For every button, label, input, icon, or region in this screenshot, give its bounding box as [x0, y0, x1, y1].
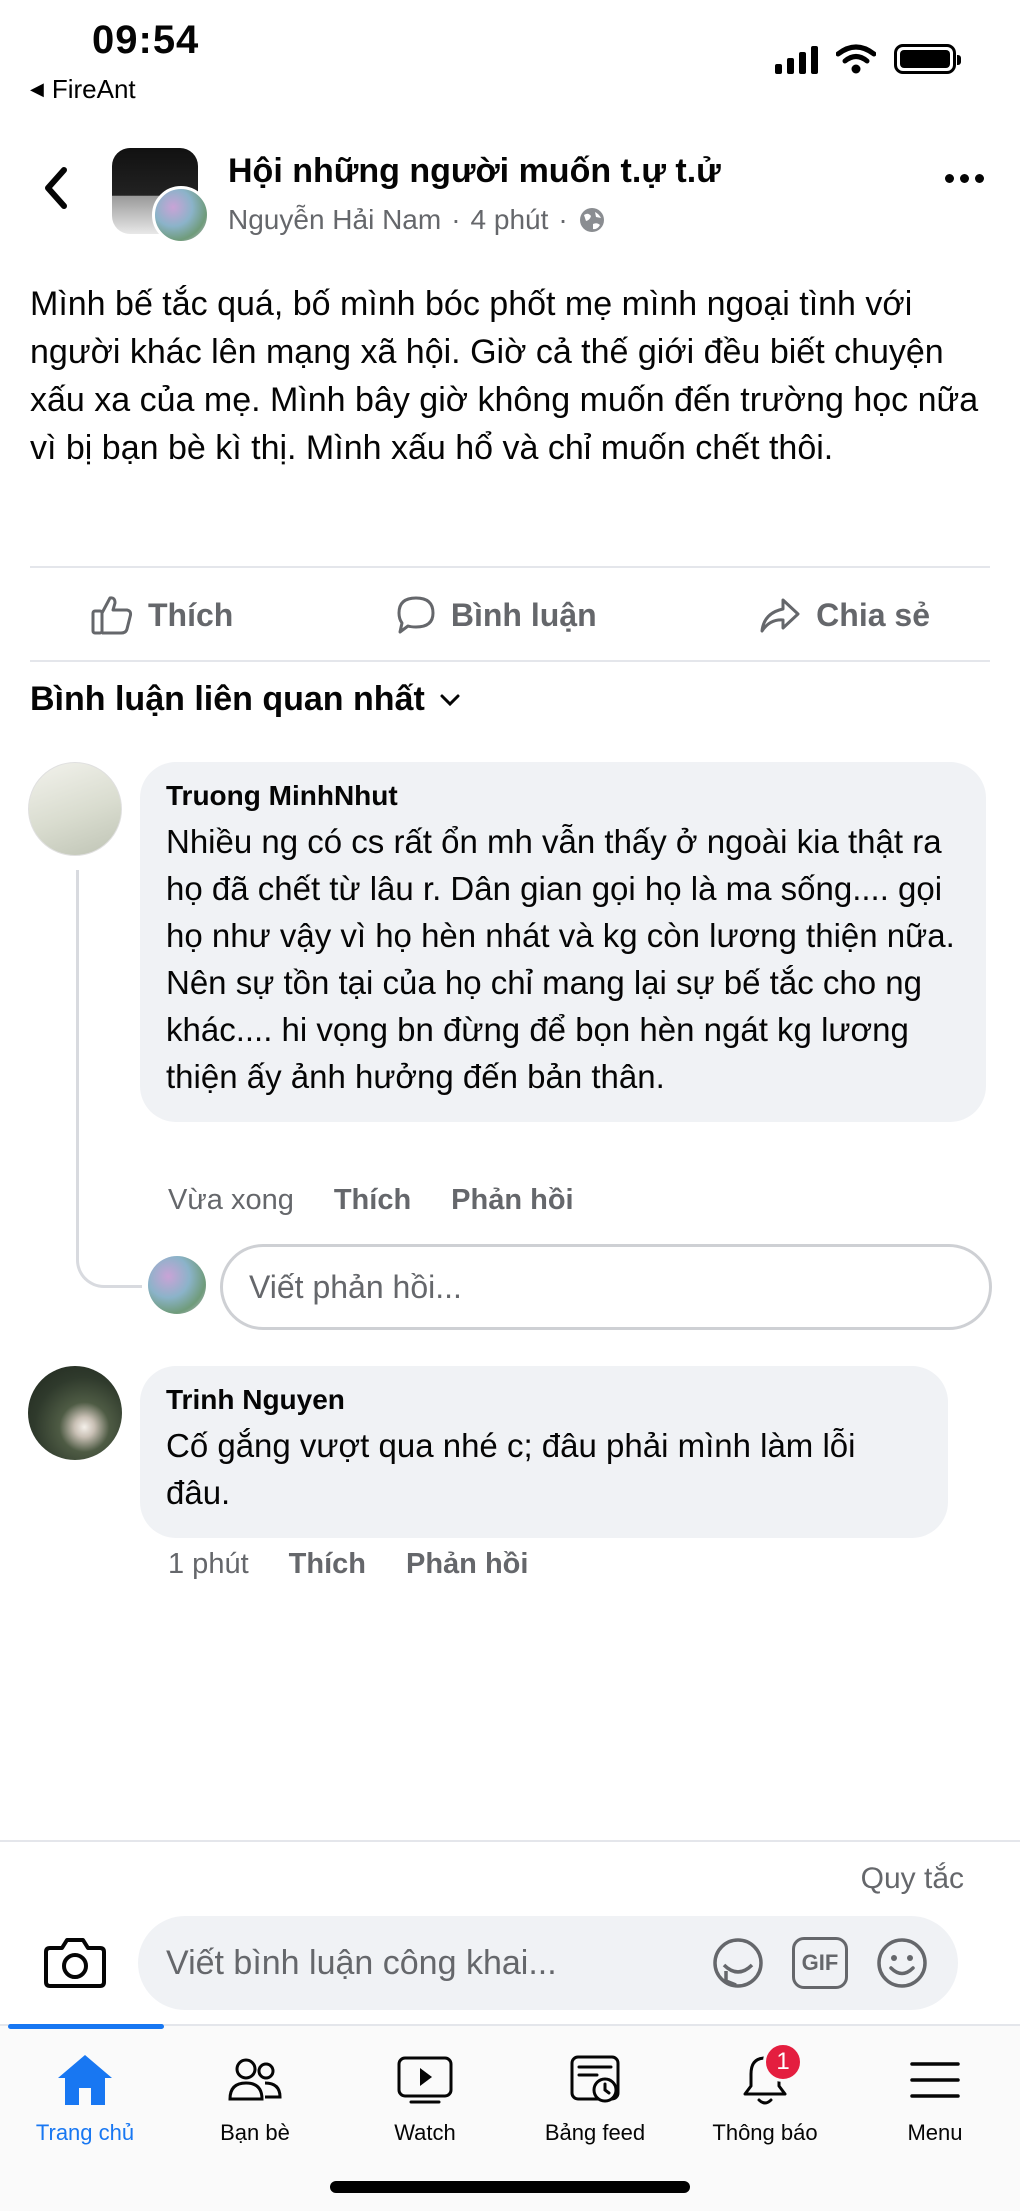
meta-separator-2: · [558, 204, 568, 235]
bell-icon: 1 [733, 2042, 803, 2110]
comment-button[interactable]: Bình luận [395, 594, 597, 636]
like-button[interactable]: Thích [90, 594, 233, 636]
camera-button[interactable] [42, 1932, 108, 1992]
wifi-icon [836, 44, 876, 74]
meta-separator: · [451, 204, 461, 235]
commenter-avatar[interactable] [28, 762, 122, 856]
divider-2 [30, 660, 990, 662]
friends-icon [223, 2050, 287, 2110]
like-label: Thích [148, 596, 234, 633]
comment-label: Bình luận [450, 596, 597, 633]
emoji-icon[interactable] [874, 1935, 930, 1991]
home-icon [53, 2050, 117, 2110]
tab-menu-label: Menu [907, 2120, 963, 2145]
tab-notifications[interactable]: 1 Thông báo [680, 2042, 850, 2146]
comment-reply-button-2[interactable]: Phản hồi [406, 1548, 528, 1581]
feed-icon [563, 2050, 627, 2110]
back-button[interactable] [36, 158, 76, 218]
comment-reply-button[interactable]: Phản hồi [451, 1184, 573, 1217]
post-actions: Thích Bình luận Chia sẻ [30, 582, 990, 648]
back-to-app-link[interactable]: ◀ FireAnt [30, 74, 136, 105]
tab-home[interactable]: Trang chủ [0, 2050, 170, 2146]
tab-feed[interactable]: Bảng feed [510, 2050, 680, 2146]
comment-time: Vừa xong [168, 1184, 294, 1216]
tab-menu[interactable]: Menu [850, 2050, 1020, 2146]
compose-icons: GIF [710, 1935, 930, 1991]
my-avatar [148, 1256, 206, 1314]
post-meta: Nguyễn Hải Nam · 4 phút · [228, 204, 606, 236]
comment-meta-2: 1 phút Thích Phản hồi [168, 1548, 528, 1581]
tab-friends-label: Bạn bè [220, 2120, 290, 2145]
tab-watch-label: Watch [394, 2120, 456, 2145]
comment-sort-dropdown[interactable]: Bình luận liên quan nhất [30, 680, 461, 719]
menu-icon [903, 2050, 967, 2110]
notification-badge: 1 [763, 2042, 803, 2082]
comment-author[interactable]: Truong MinhNhut [166, 780, 960, 812]
tab-watch[interactable]: Watch [340, 2050, 510, 2146]
comment-bubble-2: Trinh Nguyen Cố gắng vượt qua nhé c; đâu… [140, 1366, 948, 1538]
comment-text-2: Cố gắng vượt qua nhé c; đâu phải mình là… [166, 1427, 856, 1511]
tab-friends[interactable]: Bạn bè [170, 2050, 340, 2146]
reply-thread-line [76, 870, 142, 1288]
globe-icon [579, 208, 604, 232]
rules-link[interactable]: Quy tắc [861, 1862, 964, 1896]
share-button[interactable]: Chia sẻ [758, 595, 930, 635]
back-triangle-icon: ◀ [30, 79, 44, 99]
commenter-avatar-2[interactable] [28, 1366, 122, 1460]
post-time[interactable]: 4 phút [471, 204, 549, 236]
more-options-icon[interactable] [945, 174, 984, 183]
thumbs-up-icon [91, 596, 133, 635]
post-body: Mình bế tắc quá, bố mình bóc phốt mẹ mìn… [30, 285, 979, 467]
compose-placeholder: Viết bình luận công khai... [166, 1943, 557, 1982]
home-indicator [330, 2181, 690, 2193]
comment-bubble: Truong MinhNhut Nhiều ng có cs rất ổn mh… [140, 762, 986, 1122]
comment-compose-input[interactable]: Viết bình luận công khai... GIF [138, 1916, 958, 2010]
tab-home-label: Trang chủ [35, 2120, 135, 2145]
status-time: 09:54 [92, 18, 200, 62]
comment-like-button[interactable]: Thích [334, 1184, 411, 1217]
tab-notifications-label: Thông báo [712, 2120, 818, 2145]
comment-time-2: 1 phút [168, 1548, 249, 1580]
group-name[interactable]: Hội những người muốn t.ự t.ử [228, 152, 721, 191]
author-avatar[interactable] [152, 186, 210, 244]
tab-feed-label: Bảng feed [544, 2120, 646, 2145]
reply-input[interactable]: Viết phản hồi... [220, 1244, 992, 1330]
camera-icon [44, 1938, 106, 1988]
sticker-icon[interactable] [710, 1935, 766, 1991]
share-arrow-icon [760, 598, 800, 633]
status-icons [775, 40, 961, 74]
share-label: Chia sẻ [816, 596, 930, 633]
comment-bubble-icon [397, 596, 435, 634]
compose-divider [0, 1840, 1020, 1842]
gif-icon[interactable]: GIF [792, 1937, 848, 1989]
cellular-signal-icon [775, 44, 818, 74]
back-app-label: FireAnt [51, 74, 136, 104]
comment-author-2[interactable]: Trinh Nguyen [166, 1384, 922, 1416]
chevron-left-icon [45, 167, 67, 209]
comment-sort-label: Bình luận liên quan nhất [30, 680, 425, 718]
comment-text: Nhiều ng có cs rất ổn mh vẫn thấy ở ngoà… [166, 823, 955, 1095]
comment-like-button-2[interactable]: Thích [289, 1548, 366, 1581]
watch-icon [393, 2050, 457, 2110]
divider [30, 566, 990, 568]
author-name[interactable]: Nguyễn Hải Nam [228, 204, 441, 236]
battery-icon [894, 44, 961, 74]
chevron-down-icon [440, 694, 460, 706]
active-tab-indicator [8, 2024, 164, 2029]
comment-meta: Vừa xong Thích Phản hồi [168, 1184, 574, 1217]
